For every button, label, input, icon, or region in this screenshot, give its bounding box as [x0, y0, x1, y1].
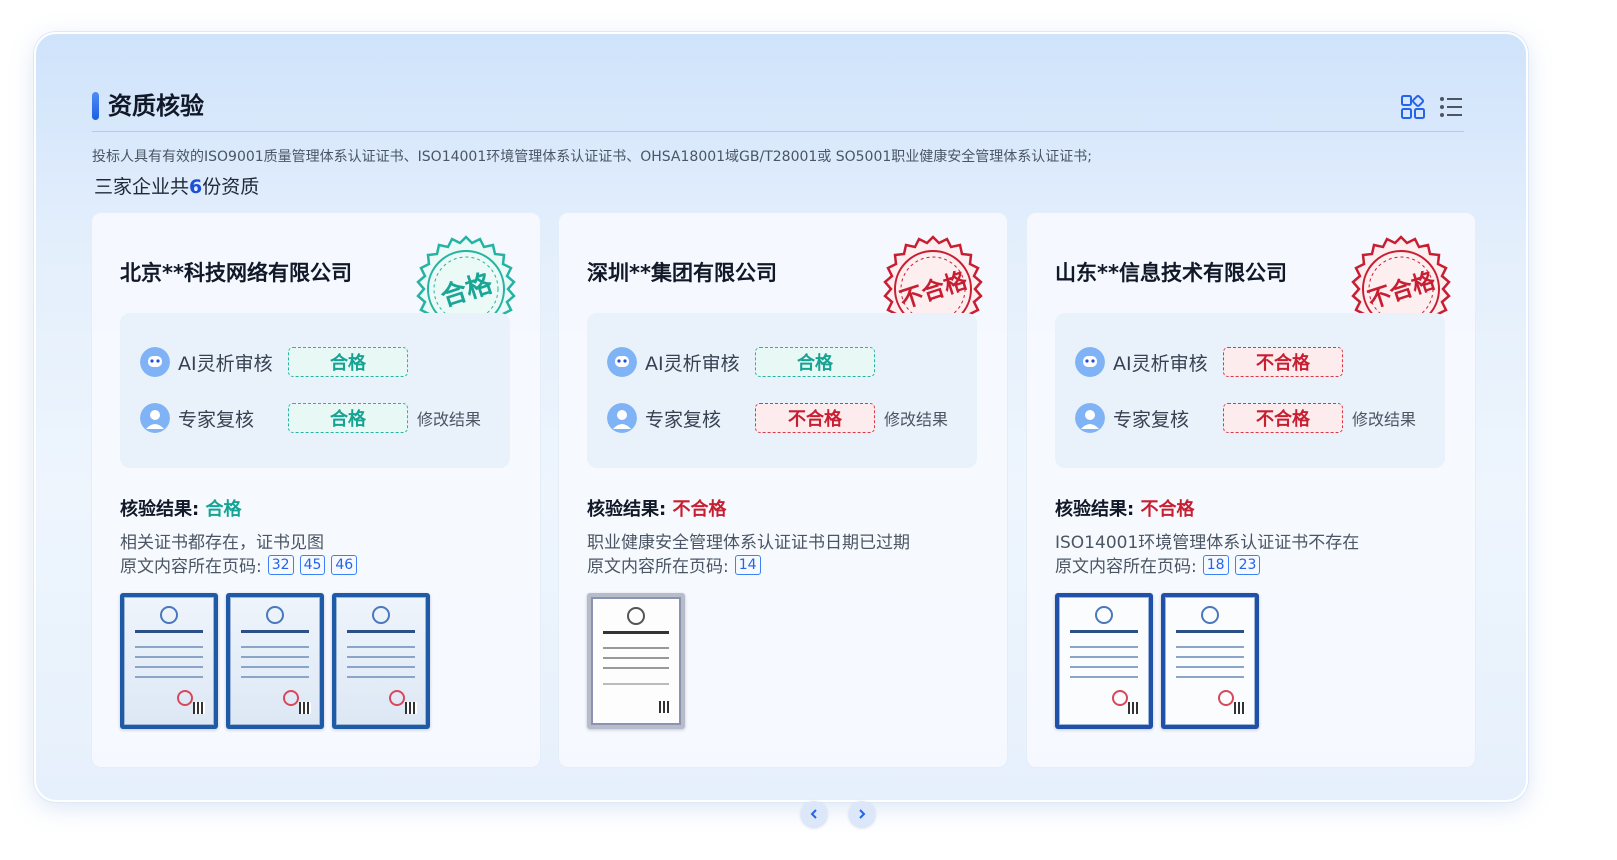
certificate-thumbnail[interactable] [587, 593, 685, 729]
expert-result-badge[interactable]: 不合格 [1223, 403, 1343, 433]
expert-review-label: 专家复核 [178, 408, 255, 431]
list-view-icon[interactable] [1438, 94, 1464, 120]
expert-avatar-icon [1075, 403, 1105, 433]
page-link[interactable]: 45 [299, 554, 326, 575]
panel-header: 资质核验 [92, 90, 1464, 132]
qualification-panel: 资质核验 投标人具有有效的ISO9001质量管理体系认证证书、ISO14001环… [34, 32, 1528, 827]
ai-review-label: AI灵析审核 [645, 352, 740, 375]
chevron-left-icon [810, 809, 817, 819]
modify-result-link[interactable]: 修改结果 [1352, 406, 1416, 430]
verification-result: 核验结果: 不合格 [1055, 495, 1194, 521]
requirement-text: 投标人具有有效的ISO9001质量管理体系认证证书、ISO14001环境管理体系… [92, 149, 1092, 165]
grid-view-icon[interactable] [1400, 94, 1426, 120]
expert-result-badge[interactable]: 合格 [288, 403, 408, 433]
summary-prefix: 三家企业共 [94, 176, 190, 198]
page-refs: 原文内容所在页码: 18 23 [1055, 552, 1261, 577]
expert-review-row: 专家复核 合格 修改结果 [140, 402, 481, 434]
certificate-thumbnail[interactable] [1055, 593, 1153, 729]
certificate-thumbs [587, 593, 685, 729]
modify-result-link[interactable]: 修改结果 [417, 406, 481, 430]
verification-result: 核验结果: 不合格 [587, 495, 726, 521]
result-reason: ISO14001环境管理体系认证证书不存在 [1055, 533, 1360, 553]
prev-button[interactable] [801, 801, 827, 827]
result-label: 核验结果: [120, 499, 200, 520]
page-link[interactable]: 23 [1234, 554, 1261, 575]
certificate-thumbs [120, 593, 430, 729]
ai-robot-icon [1075, 347, 1105, 377]
company-card: 北京**科技网络有限公司 合格 AI灵析审核 合格 专家复核 合格 修改结果 核… [91, 212, 541, 768]
title-accent-bar [92, 92, 99, 120]
modify-result-link[interactable]: 修改结果 [884, 406, 948, 430]
ai-result-badge: 不合格 [1223, 347, 1343, 377]
certificate-thumbnail[interactable] [120, 593, 218, 729]
page-link[interactable]: 46 [331, 554, 358, 575]
page-link[interactable]: 14 [734, 554, 761, 575]
certificate-thumbnail[interactable] [1161, 593, 1259, 729]
ai-result-badge: 合格 [755, 347, 875, 377]
review-box: AI灵析审核 合格 专家复核 不合格 修改结果 [587, 313, 977, 468]
expert-avatar-icon [140, 403, 170, 433]
result-reason: 相关证书都存在，证书见图 [120, 533, 324, 553]
page-title: 资质核验 [108, 92, 204, 120]
ai-result-badge: 合格 [288, 347, 408, 377]
chevron-right-icon [859, 809, 866, 819]
ai-robot-icon [607, 347, 637, 377]
summary-count: 6 [189, 176, 203, 198]
company-card: 深圳**集团有限公司 不合格 AI灵析审核 合格 专家复核 不合格 修改结果 核… [558, 212, 1008, 768]
result-value: 不合格 [1140, 499, 1195, 520]
result-label: 核验结果: [1055, 499, 1135, 520]
expert-result-badge[interactable]: 不合格 [755, 403, 875, 433]
company-name: 深圳**集团有限公司 [587, 261, 777, 285]
review-box: AI灵析审核 不合格 专家复核 不合格 修改结果 [1055, 313, 1445, 468]
summary-suffix: 份资质 [202, 176, 260, 198]
result-value: 不合格 [672, 499, 727, 520]
expert-review-label: 专家复核 [1113, 408, 1190, 431]
result-value: 合格 [205, 499, 242, 520]
expert-avatar-icon [607, 403, 637, 433]
certificate-thumbnail[interactable] [226, 593, 324, 729]
pages-label: 原文内容所在页码: [587, 557, 729, 577]
ai-review-row: AI灵析审核 合格 [140, 346, 408, 378]
verification-result: 核验结果: 合格 [120, 495, 241, 521]
ai-review-label: AI灵析审核 [1113, 352, 1208, 375]
ai-review-row: AI灵析审核 合格 [607, 346, 875, 378]
company-name: 北京**科技网络有限公司 [120, 261, 352, 285]
company-name: 山东**信息技术有限公司 [1055, 261, 1287, 285]
view-switcher [1400, 94, 1464, 120]
ai-review-row: AI灵析审核 不合格 [1075, 346, 1343, 378]
summary-text: 三家企业共6份资质 [94, 172, 259, 199]
page-refs: 原文内容所在页码: 14 [587, 552, 761, 577]
expert-review-row: 专家复核 不合格 修改结果 [607, 402, 948, 434]
company-card: 山东**信息技术有限公司 不合格 AI灵析审核 不合格 专家复核 不合格 修改结… [1026, 212, 1476, 768]
certificate-thumbs [1055, 593, 1259, 729]
next-button[interactable] [849, 801, 875, 827]
pages-label: 原文内容所在页码: [1055, 557, 1197, 577]
expert-review-label: 专家复核 [645, 408, 722, 431]
expert-review-row: 专家复核 不合格 修改结果 [1075, 402, 1416, 434]
carousel-pager [801, 801, 875, 827]
pages-label: 原文内容所在页码: [120, 557, 262, 577]
certificate-thumbnail[interactable] [332, 593, 430, 729]
result-label: 核验结果: [587, 499, 667, 520]
page-link[interactable]: 18 [1202, 554, 1229, 575]
ai-robot-icon [140, 347, 170, 377]
result-reason: 职业健康安全管理体系认证证书日期已过期 [587, 533, 910, 553]
page-link[interactable]: 32 [267, 554, 294, 575]
page-refs: 原文内容所在页码: 32 45 46 [120, 552, 358, 577]
ai-review-label: AI灵析审核 [178, 352, 273, 375]
review-box: AI灵析审核 合格 专家复核 合格 修改结果 [120, 313, 510, 468]
